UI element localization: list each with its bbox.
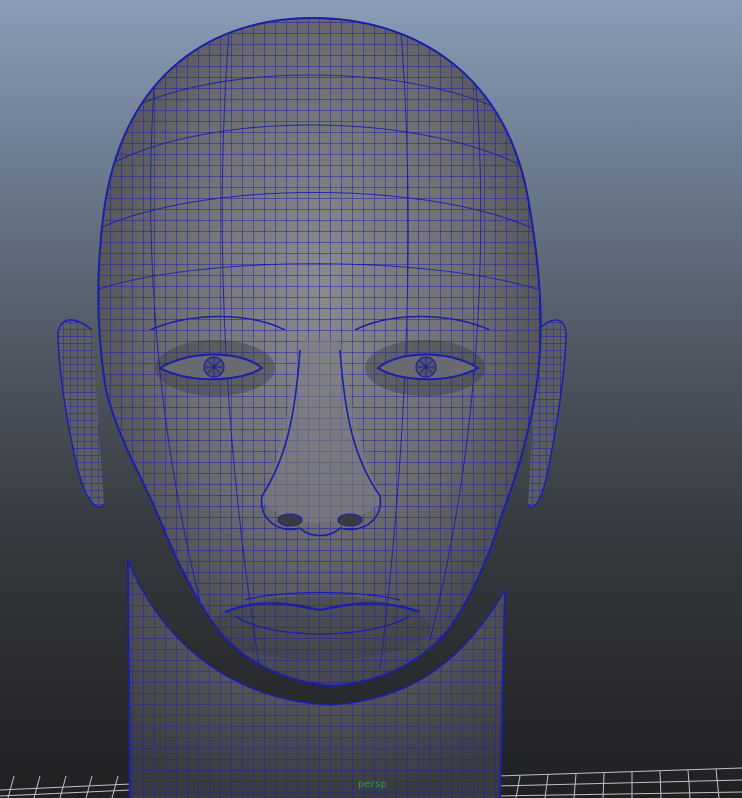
head-mesh	[97, 16, 542, 688]
camera-name-label: persp	[358, 779, 388, 790]
head-mesh-icon[interactable]	[0, 0, 742, 798]
viewport-persp[interactable]: persp	[0, 0, 742, 798]
